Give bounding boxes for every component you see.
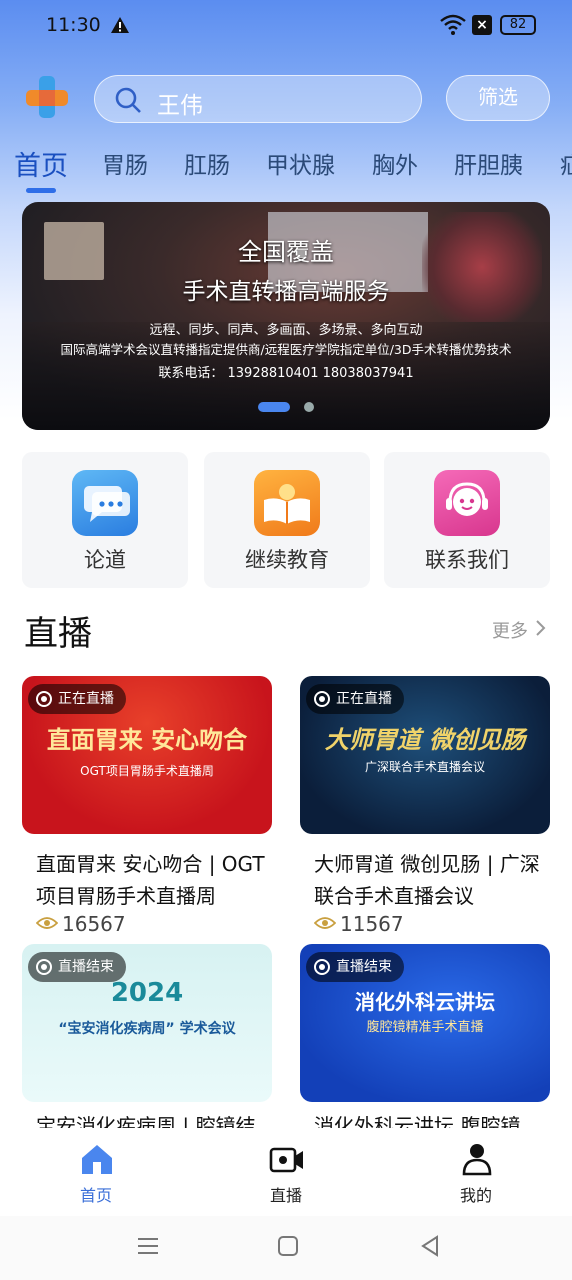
more-link[interactable]: 更多 <box>492 617 528 643</box>
tab-hernia[interactable]: 疝 <box>560 146 572 180</box>
tab-anorectal[interactable]: 肛肠 <box>184 146 230 180</box>
quick-link-forum[interactable]: 论道 <box>22 452 188 588</box>
search-query: 王伟 <box>157 93 203 119</box>
poster-subtitle: OGT项目胃肠手术直播周 <box>80 764 214 778</box>
status-badge: 正在直播 <box>28 684 126 714</box>
tab-hepatobiliary[interactable]: 肝胆胰 <box>454 146 523 180</box>
poster-title: 2024 <box>110 978 184 1008</box>
tab-thoracic[interactable]: 胸外 <box>372 146 418 180</box>
live-card-poster: 直面胃来 安心吻合 OGT项目胃肠手术直播周 正在直播 <box>22 676 272 834</box>
chevron-right-icon[interactable] <box>534 619 546 637</box>
live-card-poster: 大师胃道 微创见肠 广深联合手术直播会议 正在直播 <box>300 676 550 834</box>
filter-button[interactable]: 筛选 <box>446 75 550 121</box>
home-icon <box>82 1145 112 1174</box>
status-badge-text: 直播结束 <box>336 959 392 975</box>
headset-robot-icon <box>434 470 500 536</box>
carousel-dot[interactable] <box>304 402 314 412</box>
quick-link-label: 论道 <box>84 548 126 572</box>
book-icon <box>254 470 320 536</box>
user-icon <box>462 1144 492 1176</box>
menu-icon[interactable] <box>136 1234 160 1258</box>
carousel-dot-active[interactable] <box>258 402 290 412</box>
status-badge: 直播结束 <box>306 952 404 982</box>
nav-live[interactable]: 直播 <box>226 1128 346 1216</box>
tab-home[interactable]: 首页 <box>14 144 68 183</box>
section-title-live: 直播 <box>24 614 92 654</box>
live-card-title: 直面胃来 安心吻合 | OGT项目胃肠手术直播周 <box>36 852 265 908</box>
tab-gastrointestinal[interactable]: 胃肠 <box>102 146 148 180</box>
status-time: 11:30 <box>46 14 101 36</box>
view-count-value: 11567 <box>340 912 404 936</box>
poster-title: 消化外科云讲坛 <box>355 990 495 1014</box>
nav-label: 首页 <box>79 1186 112 1205</box>
bottom-navigation: 首页 直播 我的 <box>0 1128 572 1216</box>
live-status-icon <box>36 691 52 707</box>
nav-home[interactable]: 首页 <box>36 1128 156 1216</box>
status-badge-text: 正在直播 <box>336 691 392 707</box>
nav-label: 我的 <box>459 1186 492 1205</box>
poster-subtitle: 广深联合手术直播会议 <box>364 760 485 774</box>
live-card-title: 消化外科云讲坛 腹腔镜 <box>314 1114 521 1130</box>
poster-subtitle: 腹腔镜精准手术直播 <box>366 1020 484 1035</box>
home-square-icon[interactable] <box>276 1234 300 1258</box>
category-tabs: 首页 胃肠 肛肠 甲状腺 胸外 肝胆胰 疝 <box>0 140 572 190</box>
status-badge: 正在直播 <box>306 684 404 714</box>
ended-status-icon <box>314 959 330 975</box>
status-badge-text: 直播结束 <box>58 959 114 975</box>
status-bar: 11:30 × 82 <box>0 0 572 52</box>
poster-subtitle: “宝安消化疾病周” 学术会议 <box>58 1021 236 1037</box>
quick-link-label: 继续教育 <box>245 548 329 572</box>
chat-bubble-icon <box>72 470 138 536</box>
active-tab-indicator <box>26 188 56 193</box>
live-status-icon <box>314 691 330 707</box>
tab-thyroid[interactable]: 甲状腺 <box>266 146 335 180</box>
search-icon <box>115 87 141 113</box>
nav-profile[interactable]: 我的 <box>416 1128 536 1216</box>
eye-icon <box>314 917 336 929</box>
ended-status-icon <box>36 959 52 975</box>
banner-title: 全国覆盖 <box>238 238 334 266</box>
quick-link-label: 联系我们 <box>425 548 509 572</box>
battery-indicator: 82 <box>500 15 536 35</box>
nav-label: 直播 <box>269 1186 302 1205</box>
system-navigation-bar <box>0 1216 572 1280</box>
banner-credentials: 国际高端学术会议直转播指定提供商/远程医疗学院指定单位/3D手术转播优势技术 <box>60 342 512 357</box>
live-card-title: 大师胃道 微创见肠 | 广深联合手术直播会议 <box>314 852 540 908</box>
banner-phone: 联系电话： 13928810401 18038037941 <box>158 366 414 381</box>
back-icon[interactable] <box>418 1234 442 1258</box>
banner-subtitle: 手术直转播高端服务 <box>182 279 390 305</box>
quick-link-education[interactable]: 继续教育 <box>204 452 370 588</box>
warning-icon <box>111 17 129 33</box>
live-card-poster: 消化外科云讲坛 腹腔镜精准手术直播 直播结束 <box>300 944 550 1102</box>
notification-x-icon: × <box>472 15 492 35</box>
wifi-icon <box>440 14 466 35</box>
promo-banner[interactable]: 全国覆盖 手术直转播高端服务 远程、同步、同声、多画面、多场景、多向互动 国际高… <box>22 202 550 430</box>
app-logo-cross-icon <box>26 76 68 118</box>
live-card-poster: 2024 “宝安消化疾病周” 学术会议 直播结束 <box>22 944 272 1102</box>
search-input[interactable]: 王伟 <box>94 75 422 123</box>
status-badge: 直播结束 <box>28 952 126 982</box>
poster-title: 大师胃道 微创见肠 <box>324 726 526 754</box>
quick-link-contact[interactable]: 联系我们 <box>384 452 550 588</box>
video-camera-icon <box>269 1147 303 1173</box>
status-badge-text: 正在直播 <box>58 691 114 707</box>
live-card-title: 宝安消化疾病周 | 腔镜结 <box>36 1114 256 1130</box>
eye-icon <box>36 917 58 929</box>
view-count-value: 16567 <box>62 912 126 936</box>
banner-features: 远程、同步、同声、多画面、多场景、多向互动 <box>149 323 423 338</box>
poster-title: 直面胃来 安心吻合 <box>46 726 248 754</box>
